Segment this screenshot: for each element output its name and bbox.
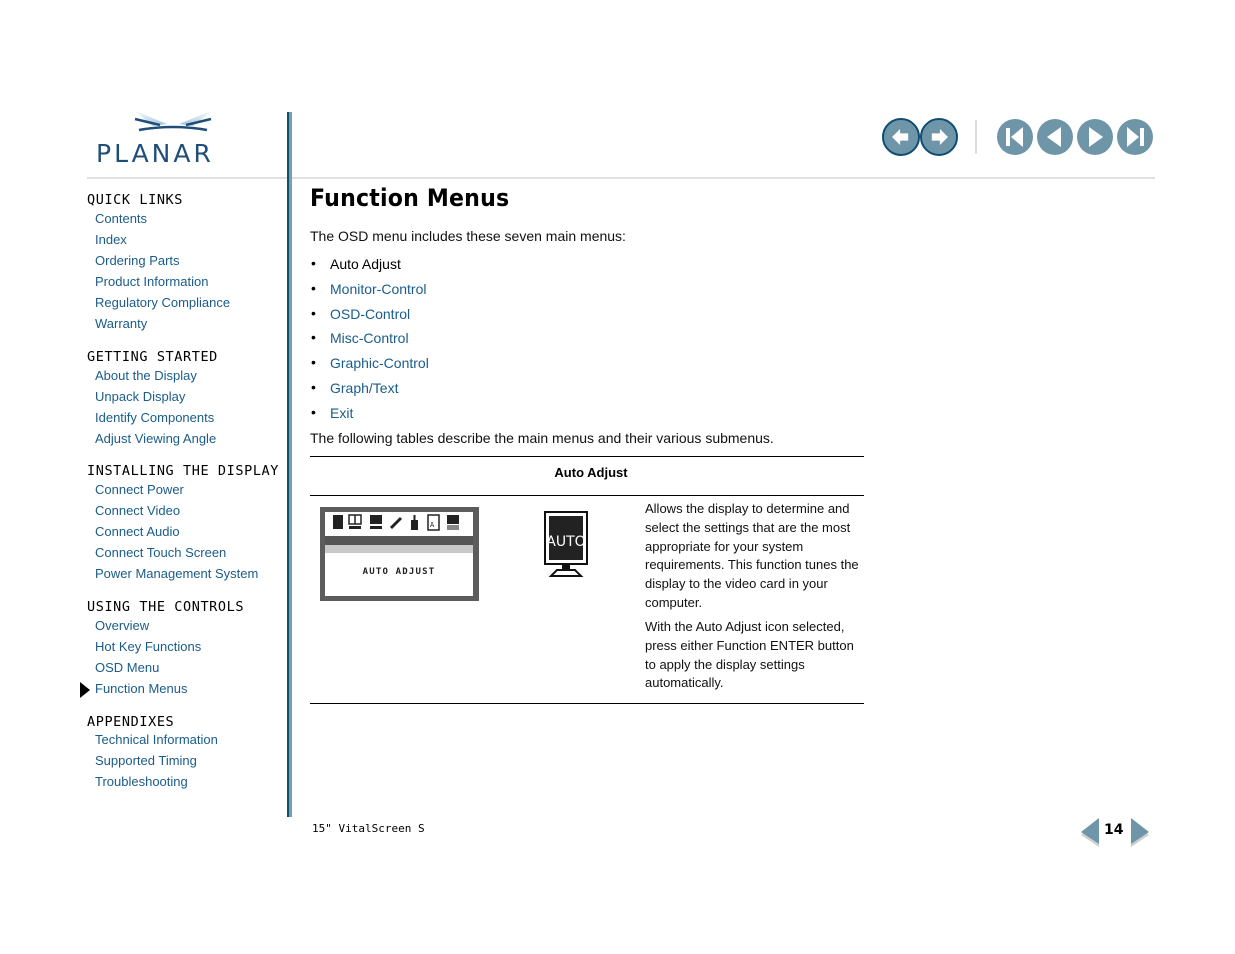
sidebar-link-product-information[interactable]: Product Information xyxy=(95,274,208,289)
sidebar-link-osd-menu[interactable]: OSD Menu xyxy=(95,660,159,675)
first-page-button[interactable] xyxy=(997,119,1033,155)
sidebar-link-connect-touch-screen[interactable]: Connect Touch Screen xyxy=(95,545,226,560)
menu-auto-adjust: Auto Adjust xyxy=(330,256,401,272)
bullet-icon: • xyxy=(311,379,316,395)
link-monitor-control[interactable]: Monitor-Control xyxy=(330,281,426,297)
previous-page-button[interactable] xyxy=(1037,119,1073,155)
sidebar-link-function-menus[interactable]: Function Menus xyxy=(95,681,188,696)
sidebar-heading-quick-links: QUICK LINKS xyxy=(87,192,184,208)
sidebar-link-connect-video[interactable]: Connect Video xyxy=(95,503,180,518)
sidebar-divider-accent xyxy=(289,112,292,817)
page-number: 14 xyxy=(1104,822,1124,838)
forward-button[interactable] xyxy=(920,118,958,156)
osd-highlight-bar xyxy=(325,545,473,553)
sidebar-heading-using-controls: USING THE CONTROLS xyxy=(87,599,245,615)
osd-menu-bar xyxy=(325,536,473,545)
sidebar-link-power-management[interactable]: Power Management System xyxy=(95,566,258,581)
page-title: Function Menus xyxy=(310,184,510,212)
footer-next-page-button[interactable] xyxy=(1130,818,1150,848)
sidebar-heading-installing: INSTALLING THE DISPLAY xyxy=(87,463,280,479)
tables-intro-text: The following tables describe the main m… xyxy=(310,430,774,446)
sidebar-link-contents[interactable]: Contents xyxy=(95,211,147,226)
sidebar-heading-getting-started: GETTING STARTED xyxy=(87,349,218,365)
intro-text: The OSD menu includes these seven main m… xyxy=(310,228,626,244)
footer-previous-page-button[interactable] xyxy=(1080,818,1100,848)
sidebar-link-warranty[interactable]: Warranty xyxy=(95,316,147,331)
sidebar-link-about-display[interactable]: About the Display xyxy=(95,368,197,383)
table-header-rule xyxy=(310,495,864,496)
osd-label: AUTO ADJUST xyxy=(362,567,436,577)
current-page-marker-icon xyxy=(80,682,90,698)
nav-separator xyxy=(975,120,977,154)
sidebar-link-identify-components[interactable]: Identify Components xyxy=(95,410,214,425)
link-graphic-control[interactable]: Graphic-Control xyxy=(330,355,429,371)
bullet-icon: • xyxy=(311,255,316,271)
bullet-icon: • xyxy=(311,404,316,420)
triangle-left-icon xyxy=(1047,127,1061,147)
table-top-rule xyxy=(310,456,864,457)
arrow-right-icon xyxy=(931,128,948,146)
sidebar-link-hot-key-functions[interactable]: Hot Key Functions xyxy=(95,639,201,654)
skip-last-icon xyxy=(1127,127,1144,147)
sidebar-link-connect-audio[interactable]: Connect Audio xyxy=(95,524,180,539)
description-paragraph-1: Allows the display to determine and sele… xyxy=(645,501,859,610)
arrow-left-icon xyxy=(892,128,909,146)
link-misc-control[interactable]: Misc-Control xyxy=(330,330,409,346)
description-paragraph-2: With the Auto Adjust icon selected, pres… xyxy=(645,619,854,691)
sidebar-link-troubleshooting[interactable]: Troubleshooting xyxy=(95,774,188,789)
next-page-button[interactable] xyxy=(1077,119,1113,155)
auto-adjust-icon: AUTO xyxy=(544,511,588,577)
osd-screenshot: A AUTO ADJUST xyxy=(320,507,479,601)
header-divider xyxy=(87,177,1155,179)
triangle-right-icon xyxy=(1089,127,1103,147)
footer-product-name: 15" VitalScreen S xyxy=(312,822,425,835)
sidebar-link-adjust-viewing-angle[interactable]: Adjust Viewing Angle xyxy=(95,431,216,446)
bullet-icon: • xyxy=(311,354,316,370)
planar-logo-text: PLANAR xyxy=(96,139,214,168)
sidebar-link-ordering-parts[interactable]: Ordering Parts xyxy=(95,253,180,268)
table-heading: Auto Adjust xyxy=(554,465,628,480)
bullet-icon: • xyxy=(311,280,316,296)
sidebar-link-technical-information[interactable]: Technical Information xyxy=(95,732,218,747)
last-page-button[interactable] xyxy=(1117,119,1153,155)
bullet-icon: • xyxy=(311,329,316,345)
sidebar-link-supported-timing[interactable]: Supported Timing xyxy=(95,753,197,768)
back-button[interactable] xyxy=(882,118,920,156)
bullet-icon: • xyxy=(311,305,316,321)
auto-icon-label: AUTO xyxy=(546,534,585,550)
sidebar-link-unpack-display[interactable]: Unpack Display xyxy=(95,389,185,404)
osd-menu-icons: A xyxy=(333,514,459,531)
svg-text:A: A xyxy=(430,521,435,529)
sidebar-link-regulatory-compliance[interactable]: Regulatory Compliance xyxy=(95,295,230,310)
sidebar-link-connect-power[interactable]: Connect Power xyxy=(95,482,184,497)
sidebar-link-overview[interactable]: Overview xyxy=(95,618,149,633)
link-graph-text[interactable]: Graph/Text xyxy=(330,380,398,396)
sidebar-link-index[interactable]: Index xyxy=(95,232,127,247)
table-bottom-rule xyxy=(310,703,864,704)
skip-first-icon xyxy=(1006,127,1023,147)
sidebar-heading-appendixes: APPENDIXES xyxy=(87,714,175,730)
link-osd-control[interactable]: OSD-Control xyxy=(330,306,410,322)
osd-screen: A AUTO ADJUST xyxy=(325,512,473,596)
link-exit[interactable]: Exit xyxy=(330,405,353,421)
